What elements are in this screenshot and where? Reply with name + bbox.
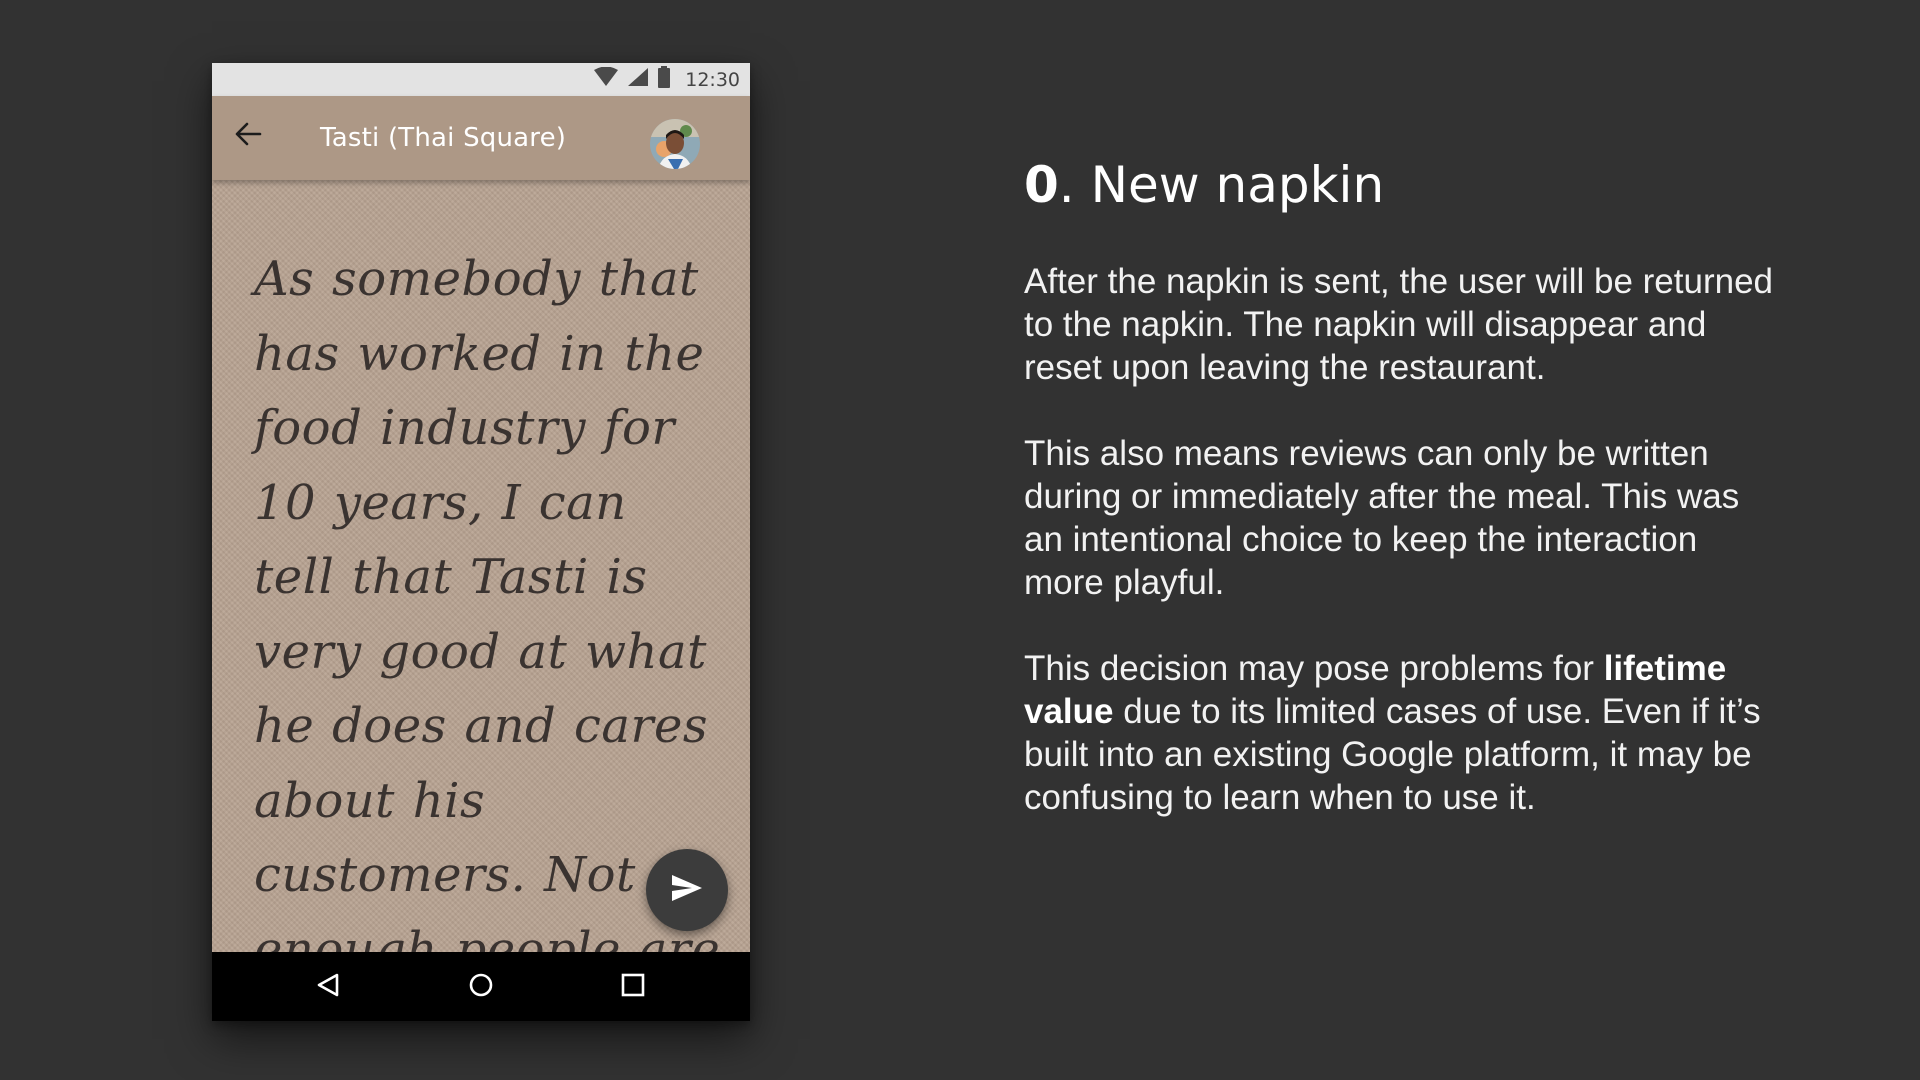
- app-bar-title: Tasti (Thai Square): [320, 123, 567, 153]
- paragraph-3: This decision may pose problems for life…: [1024, 647, 1784, 819]
- back-button[interactable]: [228, 116, 268, 156]
- system-nav-bar: [212, 952, 750, 1021]
- step-title: . New napkin: [1058, 156, 1385, 214]
- step-number: 0: [1024, 156, 1059, 214]
- paragraph-2: This also means reviews can only be writ…: [1024, 434, 1740, 602]
- nav-back-icon: [315, 972, 341, 1003]
- nav-home-icon: [468, 972, 494, 1003]
- battery-icon: [657, 66, 671, 93]
- step-heading: 0. New napkin: [1024, 150, 1784, 220]
- nav-recents-button[interactable]: [615, 969, 651, 1005]
- paragraph-1: After the napkin is sent, the user will …: [1024, 262, 1774, 387]
- send-icon: [670, 873, 704, 908]
- user-avatar[interactable]: [650, 119, 700, 169]
- send-button[interactable]: [646, 849, 728, 931]
- description-panel: 0. New napkin After the napkin is sent, …: [1024, 150, 1784, 862]
- napkin-handwritten-text: As somebody that has worked in the food …: [254, 251, 721, 952]
- napkin-canvas[interactable]: As somebody that has worked in the food …: [212, 180, 750, 952]
- paragraph-3-text-start: This decision may pose problems for: [1024, 649, 1604, 688]
- nav-recents-icon: [620, 972, 646, 1003]
- status-icons: 12:30: [593, 63, 740, 96]
- paragraph-3-text-end: due to its limited cases of use. Even if…: [1024, 692, 1761, 817]
- app-bar: Tasti (Thai Square): [212, 96, 750, 180]
- status-time: 12:30: [685, 68, 740, 91]
- phone-mockup: 12:30 Tasti (Thai Square) As somebody th…: [212, 63, 750, 1021]
- wifi-icon: [593, 66, 619, 92]
- status-bar: 12:30: [212, 63, 750, 96]
- arrow-back-icon: [234, 120, 262, 153]
- nav-back-button[interactable]: [310, 969, 346, 1005]
- cell-signal-icon: [627, 67, 649, 92]
- nav-home-button[interactable]: [463, 969, 499, 1005]
